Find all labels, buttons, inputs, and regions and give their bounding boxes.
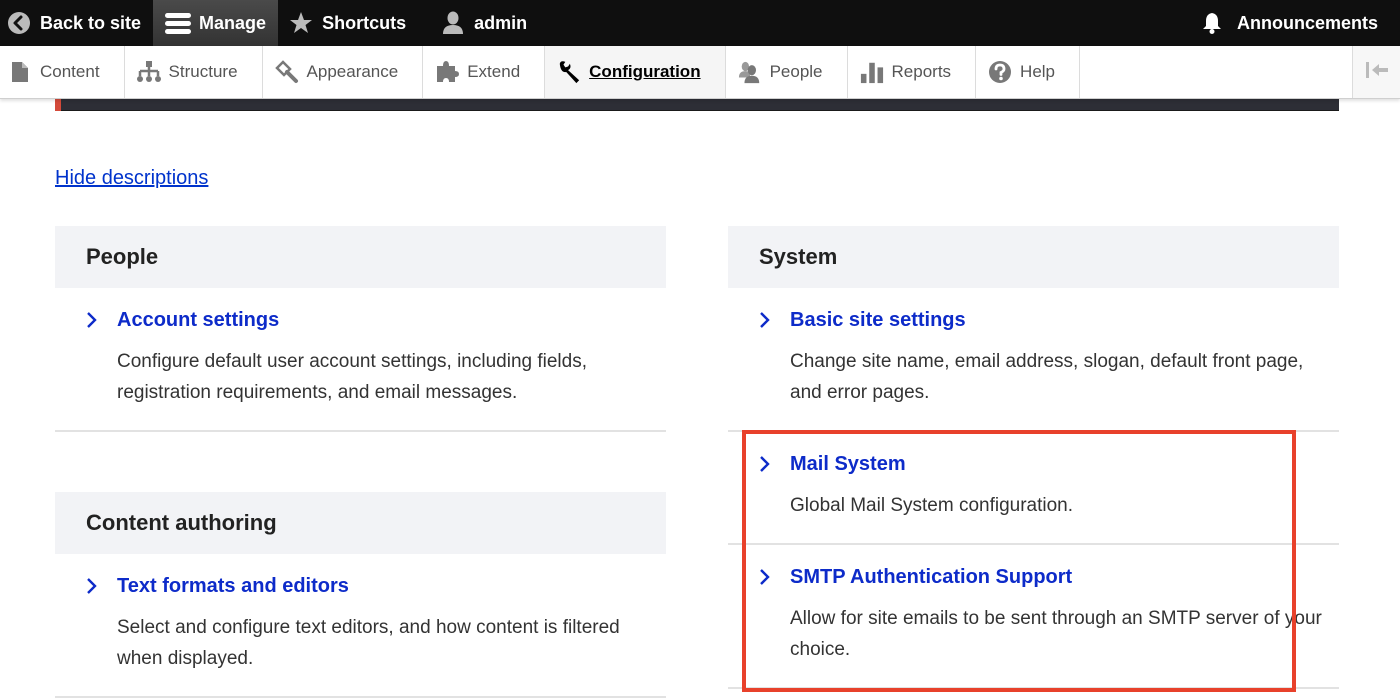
tray-label: Help <box>1020 62 1056 81</box>
basic-site-settings-link[interactable]: Basic site settings <box>759 307 1339 333</box>
tray-item-help[interactable]: Help <box>976 46 1081 98</box>
hamburger-icon <box>165 10 192 36</box>
collapse-tray-button[interactable] <box>1352 46 1400 98</box>
chevron-right-icon <box>86 577 117 595</box>
list-item: Text formats and editors Select and conf… <box>55 554 666 698</box>
tray-item-configuration[interactable]: Configuration <box>545 46 726 98</box>
shortcuts-label: Shortcuts <box>322 12 407 33</box>
tray-item-reports[interactable]: Reports <box>848 46 977 98</box>
status-message-accent <box>55 98 61 111</box>
puzzle-icon <box>435 60 460 84</box>
hide-descriptions-link[interactable]: Hide descriptions <box>55 167 208 190</box>
bar-chart-icon <box>860 60 884 84</box>
tray-label: Configuration <box>589 62 701 81</box>
tray-item-structure[interactable]: Structure <box>125 46 263 98</box>
back-to-site-label: Back to site <box>40 12 142 33</box>
user-label: admin <box>474 12 528 33</box>
entry-title: SMTP Authentication Support <box>790 565 1073 588</box>
wrench-icon <box>557 60 581 84</box>
tray-label: Reports <box>891 62 952 81</box>
collapse-arrow-icon <box>1364 60 1390 85</box>
account-settings-link[interactable]: Account settings <box>86 307 666 333</box>
list-item: Basic site settings Change site name, em… <box>728 288 1339 432</box>
chevron-left-circle-icon <box>6 10 32 36</box>
entry-description: Select and configure text editors, and h… <box>117 617 620 669</box>
announcements-label: Announcements <box>1236 12 1378 33</box>
admin-tray: Content Structure Appearance Extend Conf… <box>0 46 1400 99</box>
entry-title: Basic site settings <box>790 308 966 331</box>
admin-toolbar: Back to site Manage Shortcuts admin Anno… <box>0 0 1400 46</box>
panel-title: System <box>728 226 1339 288</box>
text-formats-link[interactable]: Text formats and editors <box>86 573 666 599</box>
star-icon <box>288 10 314 36</box>
people-icon <box>738 60 762 84</box>
sitemap-icon <box>136 60 161 84</box>
panel-system: System Basic site settings Change site n… <box>728 226 1339 689</box>
tray-item-content[interactable]: Content <box>0 46 125 98</box>
paintbrush-icon <box>274 60 299 84</box>
entry-description: Change site name, email address, slogan,… <box>790 351 1304 403</box>
tray-item-appearance[interactable]: Appearance <box>263 46 424 98</box>
entry-title: Account settings <box>117 308 280 331</box>
tray-label: Extend <box>467 62 521 81</box>
smtp-auth-support-link[interactable]: SMTP Authentication Support <box>759 564 1339 590</box>
panel-title: People <box>55 226 666 288</box>
entry-description: Allow for site emails to be sent through… <box>790 608 1322 660</box>
back-to-site-link[interactable]: Back to site <box>0 0 153 46</box>
tray-label: Appearance <box>306 62 399 81</box>
tray-item-people[interactable]: People <box>726 46 848 98</box>
user-icon <box>440 10 466 36</box>
manage-tab[interactable]: Manage <box>153 0 279 46</box>
list-item: SMTP Authentication Support Allow for si… <box>728 545 1339 689</box>
entry-title: Mail System <box>790 452 906 475</box>
tray-label: People <box>769 62 823 81</box>
list-item: Mail System Global Mail System configura… <box>728 432 1339 545</box>
tray-label: Content <box>40 62 100 81</box>
chevron-right-icon <box>759 568 790 586</box>
entry-description: Global Mail System configuration. <box>790 495 1074 516</box>
panel-title: Content authoring <box>55 492 666 554</box>
panel-people: People Account settings Configure defaul… <box>55 226 666 432</box>
chevron-right-icon <box>759 455 790 473</box>
status-message-bar <box>55 98 1339 111</box>
announcements-tab[interactable]: Announcements <box>1193 0 1400 46</box>
user-tab[interactable]: admin <box>418 0 539 46</box>
manage-label: Manage <box>199 12 267 33</box>
shortcuts-tab[interactable]: Shortcuts <box>278 0 418 46</box>
bell-icon <box>1199 10 1225 36</box>
tray-label: Structure <box>168 62 238 81</box>
file-icon <box>8 60 32 84</box>
chevron-right-icon <box>759 311 790 329</box>
list-item: Account settings Configure default user … <box>55 288 666 432</box>
entry-title: Text formats and editors <box>117 574 349 597</box>
help-icon <box>988 60 1012 84</box>
panel-content-authoring: Content authoring Text formats and edito… <box>55 492 666 698</box>
mail-system-link[interactable]: Mail System <box>759 451 1339 477</box>
entry-description: Configure default user account settings,… <box>117 351 587 403</box>
tray-item-extend[interactable]: Extend <box>423 46 546 98</box>
chevron-right-icon <box>86 311 117 329</box>
